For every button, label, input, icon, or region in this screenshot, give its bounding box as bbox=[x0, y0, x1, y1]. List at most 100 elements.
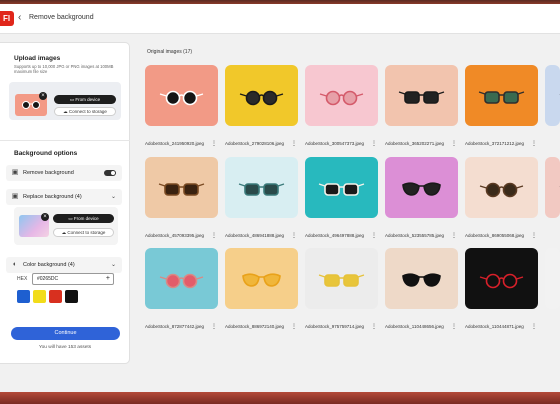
image-filename: AdobeStock_486941888.jpeg bbox=[225, 233, 285, 238]
color-swatch-yellow[interactable] bbox=[33, 290, 46, 303]
image-filename: AdobeStock_241950920.jpeg bbox=[145, 141, 205, 146]
color-background-option[interactable]: ◐ Color background (4) ⌄ bbox=[6, 257, 122, 273]
image-card[interactable] bbox=[545, 248, 560, 309]
more-options-icon[interactable]: ⋮ bbox=[291, 232, 297, 239]
sunglasses-icon bbox=[159, 90, 204, 106]
image-filename: AdobeStock_869055068.jpeg bbox=[465, 233, 525, 238]
color-swatch-red[interactable] bbox=[49, 290, 62, 303]
image-icon: ▣ bbox=[11, 193, 19, 200]
more-options-icon[interactable]: ⋮ bbox=[371, 232, 377, 239]
more-options-icon[interactable]: ⋮ bbox=[531, 140, 537, 147]
divider bbox=[0, 140, 130, 141]
sunglasses-icon bbox=[239, 90, 284, 106]
image-card[interactable] bbox=[385, 248, 458, 309]
more-options-icon[interactable]: ⋮ bbox=[211, 140, 217, 147]
sunglasses-icon bbox=[559, 186, 560, 187]
page-title: Remove background bbox=[29, 14, 94, 21]
color-swatch-black[interactable] bbox=[65, 290, 78, 303]
close-icon[interactable]: × bbox=[39, 92, 47, 100]
image-filename: AdobeStock_872877442.jpeg bbox=[145, 324, 205, 329]
image-card[interactable] bbox=[545, 157, 560, 218]
more-options-icon[interactable]: ⋮ bbox=[211, 232, 217, 239]
image-card[interactable] bbox=[145, 248, 218, 309]
more-options-icon[interactable]: ⋮ bbox=[371, 140, 377, 147]
app-logo: Fl bbox=[0, 11, 14, 26]
image-icon: ▣ bbox=[11, 169, 19, 176]
gallery-title: Original images (17) bbox=[147, 49, 193, 55]
color-swatch-blue[interactable] bbox=[17, 290, 30, 303]
image-card[interactable] bbox=[545, 65, 560, 126]
image-filename: AdobeStock_886972140.jpeg bbox=[225, 324, 285, 329]
sunglasses-icon bbox=[559, 94, 560, 95]
replace-background-option[interactable]: ▣ Replace background (4) ⌄ bbox=[6, 189, 122, 205]
hex-input[interactable]: #0265DC + bbox=[32, 273, 114, 285]
add-icon[interactable]: + bbox=[106, 274, 110, 284]
assets-note: You will have 153 assets bbox=[38, 345, 92, 350]
from-device-button[interactable]: ▭ From device bbox=[54, 95, 116, 104]
image-card[interactable] bbox=[465, 248, 538, 309]
image-filename: AdobeStock_279028106.jpeg bbox=[225, 141, 285, 146]
more-options-icon[interactable]: ⋮ bbox=[451, 232, 457, 239]
close-icon[interactable]: × bbox=[41, 213, 49, 221]
sunglasses-icon bbox=[159, 273, 204, 289]
image-card[interactable] bbox=[145, 65, 218, 126]
more-options-icon[interactable]: ⋮ bbox=[531, 232, 537, 239]
connect-storage-button[interactable]: ☁ Connect to storage bbox=[53, 228, 114, 237]
image-card[interactable] bbox=[465, 65, 538, 126]
chevron-left-icon[interactable]: ‹ bbox=[18, 12, 21, 24]
replace-background-card: × ▭ From device ☁ Connect to storage bbox=[14, 207, 118, 245]
image-card[interactable] bbox=[305, 248, 378, 309]
image-filename: AdobeStock_523555785.jpeg bbox=[385, 233, 445, 238]
chevron-down-icon[interactable]: ⌄ bbox=[111, 189, 116, 205]
sunglasses-icon bbox=[242, 273, 281, 287]
connect-storage-button[interactable]: ☁ Connect to storage bbox=[54, 107, 116, 116]
remove-background-toggle[interactable] bbox=[104, 170, 116, 176]
more-options-icon[interactable]: ⋮ bbox=[291, 140, 297, 147]
sunglasses-icon bbox=[478, 91, 525, 104]
upload-description: Supports up to 10,000 JPG or PNG images … bbox=[14, 64, 114, 75]
image-filename: AdobeStock_457093395.jpeg bbox=[145, 233, 205, 238]
continue-button[interactable]: Continue bbox=[11, 327, 120, 340]
image-card[interactable] bbox=[385, 65, 458, 126]
hex-label: HEX bbox=[17, 276, 28, 282]
palette-icon: ◐ bbox=[12, 261, 18, 268]
sunglasses-icon bbox=[479, 182, 524, 198]
chevron-down-icon[interactable]: ⌄ bbox=[111, 257, 116, 273]
from-device-button[interactable]: ▭ From device bbox=[53, 214, 114, 223]
sunglasses-icon bbox=[318, 274, 365, 287]
more-options-icon[interactable]: ⋮ bbox=[371, 323, 377, 330]
background-options-heading: Background options bbox=[14, 150, 78, 157]
more-options-icon[interactable]: ⋮ bbox=[211, 323, 217, 330]
image-filename: AdobeStock_110444871.jpeg bbox=[465, 324, 524, 329]
image-filename: AdobeStock_110448656.jpeg bbox=[385, 324, 444, 329]
sunglasses-icon bbox=[398, 91, 445, 104]
image-card[interactable] bbox=[385, 157, 458, 218]
image-filename: AdobeStock_365202271.jpeg bbox=[385, 141, 445, 146]
image-card[interactable] bbox=[225, 157, 298, 218]
image-filename: AdobeStock_975759714.jpeg bbox=[305, 324, 365, 329]
sunglasses-icon bbox=[479, 273, 524, 289]
sunglasses-icon bbox=[402, 273, 441, 287]
more-options-icon[interactable]: ⋮ bbox=[451, 323, 457, 330]
upload-heading: Upload images bbox=[14, 55, 61, 62]
image-card[interactable] bbox=[145, 157, 218, 218]
image-card[interactable] bbox=[225, 65, 298, 126]
sunglasses-icon bbox=[158, 183, 205, 196]
sunglasses-icon bbox=[402, 182, 441, 196]
image-filename: AdobeStock_300547373.jpeg bbox=[305, 141, 365, 146]
more-options-icon[interactable]: ⋮ bbox=[291, 323, 297, 330]
upload-preview-card: × ▭ From device ☁ Connect to storage bbox=[9, 82, 121, 120]
sunglasses-icon bbox=[318, 183, 365, 196]
more-options-icon[interactable]: ⋮ bbox=[451, 140, 457, 147]
sunglasses-icon bbox=[319, 90, 364, 106]
image-filename: AdobeStock_372171212.jpeg bbox=[465, 141, 525, 146]
image-filename: AdobeStock_496497888.jpeg bbox=[305, 233, 365, 238]
image-card[interactable] bbox=[225, 248, 298, 309]
image-card[interactable] bbox=[305, 157, 378, 218]
image-card[interactable] bbox=[465, 157, 538, 218]
more-options-icon[interactable]: ⋮ bbox=[531, 323, 537, 330]
options-panel: Upload images Supports up to 10,000 JPG … bbox=[0, 42, 130, 364]
image-card[interactable] bbox=[305, 65, 378, 126]
remove-background-option[interactable]: ▣ Remove background bbox=[6, 165, 122, 181]
top-bar: Fl ‹ Remove background bbox=[0, 4, 560, 34]
